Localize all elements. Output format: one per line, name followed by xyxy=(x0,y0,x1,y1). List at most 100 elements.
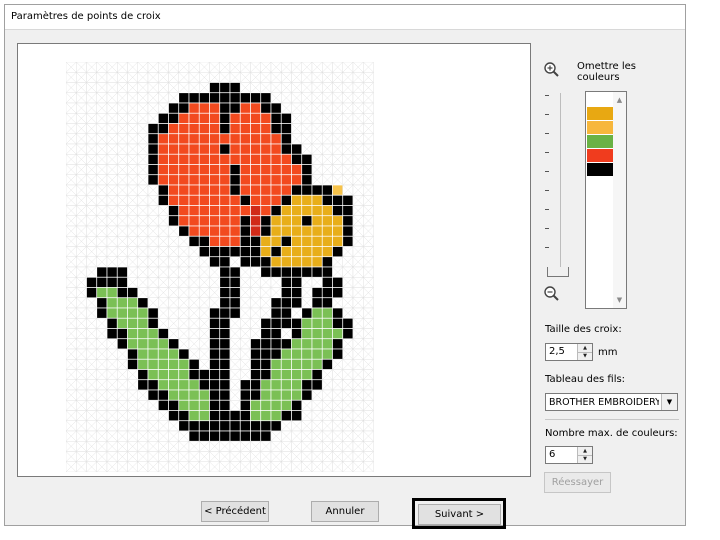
stitch-cell xyxy=(147,164,159,176)
stitch-cell xyxy=(198,420,210,432)
slider-tick xyxy=(545,152,549,153)
zoom-out-icon[interactable] xyxy=(543,285,559,301)
stitch-cell xyxy=(157,194,169,206)
stitch-cell xyxy=(116,266,128,278)
cancel-button[interactable]: Annuler xyxy=(311,501,379,522)
stitch-cell xyxy=(250,256,262,268)
scroll-up-icon[interactable]: ▲ xyxy=(613,94,626,106)
stitch-cell xyxy=(198,205,210,217)
stitch-cell xyxy=(239,102,251,114)
stitch-cell xyxy=(301,153,313,165)
color-swatch[interactable] xyxy=(587,149,613,162)
zoom-slider[interactable] xyxy=(545,93,575,279)
stitch-cell xyxy=(311,246,323,258)
max-colors-input[interactable]: 6 ▲ ▼ xyxy=(545,446,593,464)
stitch-cell xyxy=(321,246,333,258)
stitch-cell xyxy=(280,133,292,145)
stitch-cell xyxy=(291,143,303,155)
slider-thumb[interactable] xyxy=(547,267,569,277)
stitch-cell xyxy=(229,153,241,165)
stitch-cell xyxy=(291,287,303,299)
stitch-cell xyxy=(209,112,221,124)
stitch-cell xyxy=(127,287,139,299)
previous-button[interactable]: < Précédent xyxy=(201,501,269,522)
stitch-cell xyxy=(311,266,323,278)
stitch-cell xyxy=(250,164,262,176)
spin-down-icon[interactable]: ▼ xyxy=(578,352,592,360)
stitch-cell xyxy=(250,153,262,165)
stitch-cell xyxy=(198,194,210,206)
stitch-cell xyxy=(229,215,241,227)
stitch-cell xyxy=(239,410,251,422)
stitch-cell xyxy=(157,174,169,186)
stitch-cell xyxy=(260,266,272,278)
stitch-cell xyxy=(332,328,344,340)
color-swatch[interactable] xyxy=(587,107,613,120)
stitch-cell xyxy=(219,235,231,247)
stitch-cell xyxy=(332,338,344,350)
stitch-cell xyxy=(270,379,282,391)
stitch-cell xyxy=(291,410,303,422)
stitch-cell xyxy=(239,246,251,258)
thread-chart-select[interactable]: BROTHER EMBROIDERY ▼ xyxy=(545,393,678,411)
stitch-cell xyxy=(198,410,210,422)
chevron-down-icon[interactable]: ▼ xyxy=(661,394,677,410)
pattern-preview[interactable] xyxy=(17,43,531,477)
cross-size-input[interactable]: 2,5 ▲ ▼ xyxy=(545,343,593,361)
stitch-cell xyxy=(280,338,292,350)
stitch-cell xyxy=(301,225,313,237)
stitch-cell xyxy=(260,215,272,227)
stitch-cell xyxy=(291,215,303,227)
stitch-cell xyxy=(116,328,128,340)
stitch-cell xyxy=(342,194,354,206)
stitch-cell xyxy=(209,307,221,319)
stitch-cell xyxy=(209,399,221,411)
stitch-cell xyxy=(106,297,118,309)
stitch-cell xyxy=(178,133,190,145)
stitch-cell xyxy=(157,143,169,155)
stitch-cell xyxy=(280,225,292,237)
color-swatch[interactable] xyxy=(587,135,613,148)
stitch-cell xyxy=(311,317,323,329)
stitch-cell xyxy=(147,153,159,165)
omit-colors-list[interactable]: ▲ ▼ xyxy=(585,91,627,309)
max-colors-spinner[interactable]: ▲ ▼ xyxy=(577,447,592,463)
retry-button[interactable]: Réessayer xyxy=(544,472,611,493)
stitch-cell xyxy=(291,369,303,381)
cross-size-unit: mm xyxy=(598,347,618,358)
spin-down-icon[interactable]: ▼ xyxy=(578,455,592,463)
stitch-cell xyxy=(188,410,200,422)
stitch-cell xyxy=(229,143,241,155)
stitch-cell xyxy=(239,256,251,268)
color-swatch[interactable] xyxy=(587,163,613,176)
stitch-cell xyxy=(321,215,333,227)
stitch-cell xyxy=(147,389,159,401)
zoom-in-icon[interactable] xyxy=(543,61,559,77)
stitch-cell xyxy=(260,133,272,145)
stitch-cell xyxy=(280,205,292,217)
stitch-cell xyxy=(168,389,180,401)
stitch-cell xyxy=(168,143,180,155)
slider-tick xyxy=(545,209,549,210)
stitch-cell xyxy=(209,225,221,237)
stitch-cell xyxy=(168,379,180,391)
stitch-cell xyxy=(209,246,221,258)
stitch-cell xyxy=(157,328,169,340)
stitch-cell xyxy=(106,276,118,288)
stitch-cell xyxy=(311,184,323,196)
color-swatch[interactable] xyxy=(587,121,613,134)
stitch-cell xyxy=(239,399,251,411)
stitch-cell xyxy=(219,307,231,319)
stitch-cell xyxy=(219,358,231,370)
stitch-cell xyxy=(137,317,149,329)
cross-size-spinner[interactable]: ▲ ▼ xyxy=(577,344,592,360)
next-button[interactable]: Suivant > xyxy=(418,504,501,525)
stitch-cell xyxy=(209,338,221,350)
stitch-cell xyxy=(127,358,139,370)
stitch-cell xyxy=(291,246,303,258)
scroll-down-icon[interactable]: ▼ xyxy=(613,294,626,306)
stitch-cell xyxy=(219,338,231,350)
stitch-cell xyxy=(209,164,221,176)
list-scrollbar[interactable]: ▲ ▼ xyxy=(613,92,626,308)
stitch-cell xyxy=(280,215,292,227)
